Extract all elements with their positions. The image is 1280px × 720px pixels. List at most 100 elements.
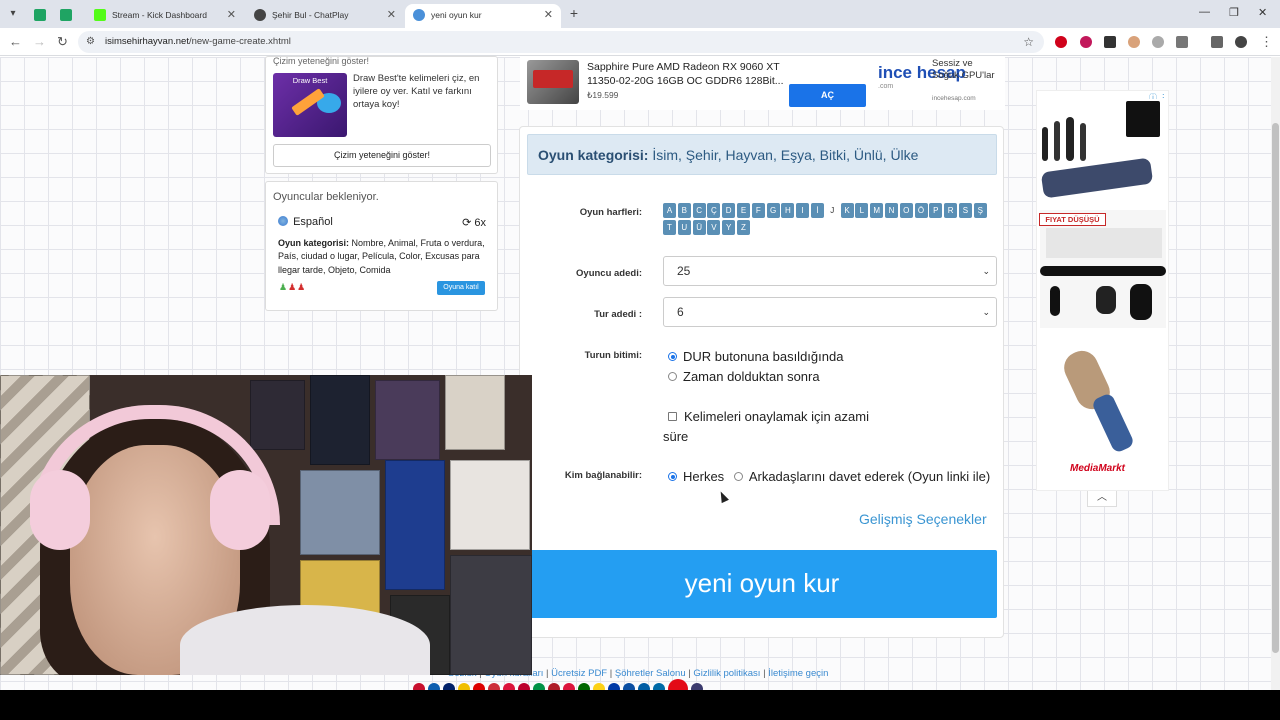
round-end-option-stop[interactable]: DUR butonuna basıldığında [668,349,843,365]
address-bar[interactable]: ⚙ isimsehirhayvan.net/new-game-create.xh… [78,31,1044,53]
letter-button[interactable]: S [958,203,972,218]
globe-flag-icon [278,216,288,226]
site-info-icon[interactable]: ⚙ [86,31,95,53]
letter-button[interactable]: U [677,220,691,235]
letter-button[interactable]: R [944,203,958,218]
bookmark-star-icon[interactable]: ☆ [1023,31,1034,53]
letter-button[interactable]: I [796,203,810,218]
who-opt2[interactable]: Arkadaşlarını davet ederek (Oyun linki i… [749,469,990,484]
page-scrollbar[interactable] [1271,57,1280,690]
letter-button[interactable]: F [751,203,765,218]
category-label: Oyun kategorisi: [538,147,649,163]
footer-link[interactable]: Ücretsiz PDF [551,668,607,679]
letter-button[interactable]: L [855,203,869,218]
footer-link[interactable]: Şöhretler Salonu [615,668,686,679]
close-icon[interactable]: ✕ [387,4,396,26]
letter-button[interactable]: P [929,203,943,218]
round-end-option-time[interactable]: Zaman dolduktan sonra [668,369,820,385]
close-window-icon[interactable]: ✕ [1258,6,1267,19]
gpu-product-image[interactable] [527,60,579,104]
letter-button[interactable]: D [722,203,736,218]
extensions-puzzle-icon[interactable] [1176,36,1188,48]
scrollbar-thumb[interactable] [1272,123,1279,653]
ad-product-title[interactable]: Sapphire Pure AMD Radeon RX 9060 XT 1135… [587,61,787,88]
room-categories: Oyun kategorisi: Nombre, Animal, Fruta o… [278,237,488,277]
round-count-select[interactable]: 6 ⌄ [663,297,997,327]
tab-kick[interactable]: Stream - Kick Dashboard ✕ [86,4,244,28]
back-icon[interactable]: ← [9,34,22,50]
letter-button[interactable]: B [677,203,691,218]
letter-button[interactable]: M [870,203,884,218]
sheets-icon [60,9,72,21]
footer-link[interactable]: Gizlilik politikası [693,668,760,679]
tab-pinned-1[interactable] [30,4,54,28]
chevron-up-icon[interactable]: ︿ [1087,491,1117,507]
letter-button[interactable]: Ş [973,203,987,218]
letter-button[interactable]: Z [736,220,750,235]
profile-avatar[interactable] [1235,36,1247,48]
letter-button[interactable]: İ [810,203,824,218]
player-count-select[interactable]: 25 ⌄ [663,256,997,286]
radio-unselected[interactable] [668,372,677,381]
letter-button[interactable]: Y [722,220,736,235]
advanced-options-link[interactable]: Gelişmiş Seçenekler [859,511,987,527]
letter-button[interactable]: Ç [707,203,721,218]
game-category-box[interactable]: Oyun kategorisi: İsim, Şehir, Hayvan, Eş… [527,134,997,175]
letter-button[interactable]: J [826,203,839,218]
extension-red-icon[interactable] [1080,36,1092,48]
product-image-hairstyler[interactable] [1040,99,1166,199]
radio-friends[interactable] [733,472,743,481]
extension-brown-icon[interactable] [1128,36,1140,48]
drawbest-button[interactable]: Çizim yeteneğini göster! [273,144,491,167]
footer-link[interactable]: İletişime geçin [768,668,828,679]
url-path: /new-game-create.xhtml [188,36,291,47]
close-icon[interactable]: ✕ [227,4,236,26]
letter-button[interactable]: N [884,203,898,218]
letter-button[interactable]: Ö [914,203,928,218]
ad-open-button[interactable]: AÇ [789,84,866,107]
tab-chatplay[interactable]: Şehir Bul - ChatPlay ✕ [246,4,404,28]
close-icon[interactable]: ✕ [544,4,553,26]
room-category-label: Oyun kategorisi: [278,238,350,248]
site-icon [413,9,425,21]
product-image-roundbrush[interactable] [1040,330,1166,454]
drawbest-thumbnail[interactable]: Draw Best [273,73,347,137]
extension-dark-icon[interactable] [1104,36,1116,48]
extension-opera-icon[interactable] [1055,36,1067,48]
minimize-icon[interactable]: — [1199,6,1210,18]
letter-button[interactable]: O [899,203,913,218]
reload-icon[interactable]: ↻ [57,34,68,50]
tab-strip: ▾ Stream - Kick Dashboard ✕ Şehir Bul - … [0,0,1280,28]
letter-button[interactable]: G [766,203,780,218]
poster [250,380,305,450]
letter-button[interactable]: C [692,203,706,218]
letter-button[interactable]: H [781,203,795,218]
who-opt1[interactable]: Herkes [683,469,724,484]
tab-search-button[interactable]: ▾ [4,5,22,23]
checkbox[interactable] [668,412,677,421]
poster [450,555,532,675]
mediamarkt-logo[interactable]: MediaMarkt [1070,463,1125,474]
radio-selected[interactable] [668,352,677,361]
confirm-time-checkbox-row[interactable]: Kelimeleri onaylamak için azami süre [663,407,893,447]
extension-shield-icon[interactable] [1152,36,1164,48]
letter-button[interactable]: V [707,220,721,235]
new-tab-button[interactable]: + [566,5,582,21]
letter-button[interactable]: Ü [692,220,706,235]
menu-kebab-icon[interactable]: ⋮ [1260,34,1273,50]
tab-label: yeni oyun kur [431,10,482,20]
letter-button[interactable]: E [736,203,750,218]
create-game-button[interactable]: yeni oyun kur [527,550,997,618]
forward-icon[interactable]: → [33,34,46,50]
radio-everyone[interactable] [668,472,677,481]
restore-icon[interactable]: ❐ [1229,6,1239,19]
letter-button[interactable]: A [663,203,676,218]
join-game-button[interactable]: Oyuna katıl [437,281,485,295]
tab-active[interactable]: yeni oyun kur ✕ [405,4,561,28]
product-image-brushset[interactable] [1040,210,1166,328]
reading-list-icon[interactable] [1211,36,1223,48]
letter-button[interactable]: T [663,220,676,235]
drawbest-thumb-title: Draw Best [292,76,328,85]
tab-pinned-2[interactable] [56,4,80,28]
letter-button[interactable]: K [840,203,854,218]
